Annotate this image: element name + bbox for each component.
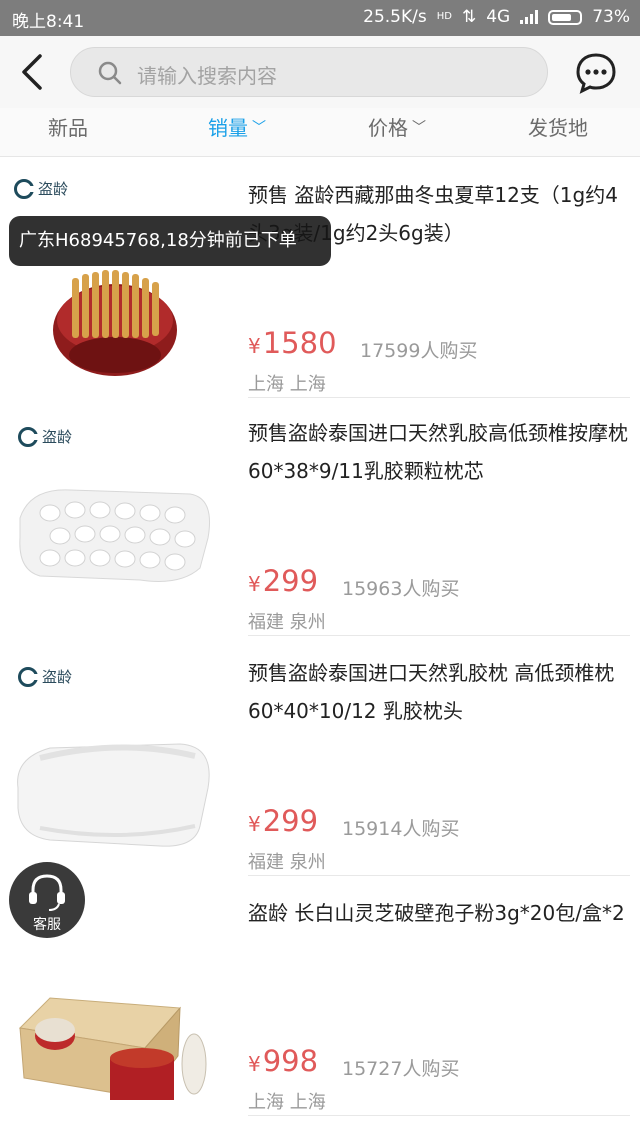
ship-location: 福建 泉州 — [248, 852, 326, 873]
tab-sales-label: 销量 — [208, 116, 248, 140]
ganoderma-box-image — [18, 997, 207, 1100]
tab-ship-from-label: 发货地 — [528, 116, 588, 140]
brand-name: 盗龄 — [42, 668, 73, 686]
network-speed: 25.5K/s — [363, 7, 427, 27]
order-notification-toast: 广东H68945768,18分钟前已下单 — [9, 216, 331, 266]
sold-count: 15914人购买 — [342, 818, 460, 840]
product-price: ¥998 — [248, 1044, 318, 1078]
divider — [248, 875, 630, 876]
currency-symbol: ¥ — [248, 334, 261, 358]
tab-price[interactable]: 价格 ﹀ — [368, 112, 426, 141]
brand-name: 盗龄 — [42, 428, 73, 446]
search-placeholder: 请输入搜索内容 — [137, 64, 277, 88]
product-item[interactable]: 盗龄 长白山灵芝破壁孢子粉3g*20包/盒*2 ¥998 15727人购买 上海… — [0, 878, 640, 1116]
chevron-down-icon: ﹀ — [412, 119, 426, 136]
search-input[interactable]: 请输入搜索内容 — [70, 47, 548, 97]
latex-pillow-image — [17, 743, 210, 847]
product-price: ¥299 — [248, 804, 318, 838]
divider — [248, 635, 630, 636]
signal-icon — [520, 10, 539, 24]
product-title[interactable]: 预售盗龄泰国进口天然乳胶枕 高低颈椎枕60*40*10/12 乳胶枕头 — [248, 654, 633, 730]
hd-icon: HD — [436, 11, 452, 22]
message-button[interactable] — [574, 51, 618, 95]
ship-location: 上海 上海 — [248, 1092, 326, 1113]
tab-sales[interactable]: 销量 ﹀ — [208, 112, 266, 141]
price-value: 299 — [262, 564, 319, 598]
brand-logo: 盗龄 — [18, 666, 72, 687]
product-image[interactable] — [10, 698, 220, 868]
tab-new[interactable]: 新品 — [48, 112, 88, 141]
product-price: ¥1580 — [248, 326, 337, 360]
battery-icon — [548, 9, 583, 25]
currency-symbol: ¥ — [248, 1052, 261, 1076]
product-title[interactable]: 盗龄 长白山灵芝破壁孢子粉3g*20包/盒*2 — [248, 894, 633, 932]
status-right: 25.5K/s HD ⇅ 4G 73% — [363, 7, 630, 27]
tab-ship-from[interactable]: 发货地 — [528, 112, 588, 141]
brand-logo: 盗龄 — [18, 426, 72, 447]
divider — [248, 1115, 630, 1116]
brand-logo: 盗龄 — [14, 178, 68, 199]
customer-service-button[interactable]: 客服 — [9, 862, 85, 938]
product-item[interactable]: 盗龄 预售 盗龄西藏那曲冬虫夏草12支（1g约4头3g装/1g约2头6g装） ¥… — [0, 160, 640, 398]
headset-icon — [29, 874, 65, 911]
search-header: 请输入搜索内容 — [0, 36, 640, 108]
network-type: 4G — [486, 7, 511, 27]
brand-mark-icon — [18, 426, 38, 447]
data-arrows-icon: ⇅ — [461, 7, 477, 27]
search-icon — [98, 61, 122, 85]
status-bar: 晚上8:41 25.5K/s HD ⇅ 4G 73% — [0, 0, 640, 36]
sold-count: 17599人购买 — [360, 340, 478, 362]
currency-symbol: ¥ — [248, 572, 261, 596]
sold-count: 15727人购买 — [342, 1058, 460, 1080]
chevron-down-icon: ﹀ — [252, 119, 266, 136]
customer-service-label: 客服 — [33, 917, 61, 933]
back-arrow-icon — [22, 54, 42, 90]
price-value: 1580 — [262, 326, 337, 360]
sold-count: 15963人购买 — [342, 578, 460, 600]
price-value: 299 — [262, 804, 319, 838]
battery-percent: 73% — [592, 7, 630, 27]
product-item[interactable]: 盗龄 预售盗龄泰国进口天然乳胶枕 高低颈椎枕60*40*10/12 乳胶枕头 ¥… — [0, 638, 640, 876]
product-title[interactable]: 预售盗龄泰国进口天然乳胶高低颈椎按摩枕60*38*9/11乳胶颗粒枕芯 — [248, 414, 633, 490]
price-value: 998 — [262, 1044, 319, 1078]
product-price: ¥299 — [248, 564, 318, 598]
currency-symbol: ¥ — [248, 812, 261, 836]
chat-bubble-icon — [576, 53, 616, 94]
status-time: 晚上8:41 — [12, 12, 85, 32]
brand-mark-icon — [14, 178, 34, 199]
tab-price-label: 价格 — [368, 116, 408, 140]
massage-pillow-image — [19, 489, 210, 582]
brand-name: 盗龄 — [38, 180, 69, 198]
product-item[interactable]: 盗龄 预售盗龄泰国进口天然乳胶高低颈椎按摩枕60*38*9/11乳胶颗粒枕芯 ¥… — [0, 398, 640, 636]
sort-tabs: 新品 销量 ﹀ 价格 ﹀ 发货地 — [0, 108, 640, 157]
product-image[interactable] — [10, 938, 220, 1108]
back-button[interactable] — [14, 50, 54, 94]
product-image[interactable] — [10, 458, 220, 628]
ship-location: 福建 泉州 — [248, 612, 326, 633]
tab-new-label: 新品 — [48, 116, 88, 140]
ship-location: 上海 上海 — [248, 374, 326, 395]
brand-mark-icon — [18, 666, 38, 687]
